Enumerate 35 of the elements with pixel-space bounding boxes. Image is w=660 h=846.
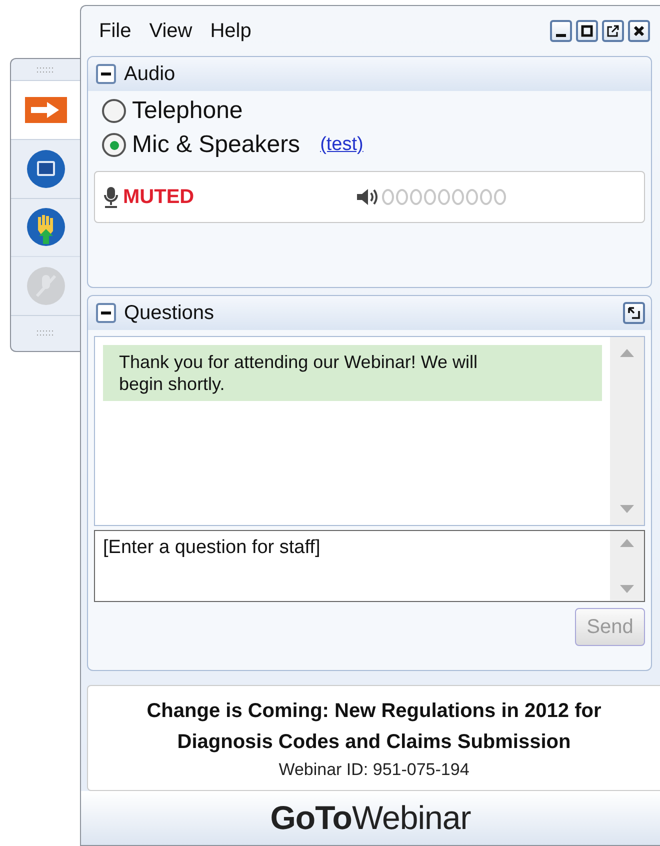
microphone-icon: [103, 186, 119, 208]
menu-item[interactable]: File: [99, 20, 132, 42]
radio-label: Telephone: [132, 97, 243, 125]
collapse-button[interactable]: [96, 303, 116, 323]
pop-out-button[interactable]: [602, 20, 624, 42]
mute-status: MUTED: [123, 186, 194, 208]
minimize-icon: [556, 34, 566, 36]
menu-item[interactable]: Help: [210, 20, 252, 42]
webinar-id: Webinar ID: 951-075-194: [278, 760, 470, 780]
radio-button[interactable]: [102, 133, 126, 157]
close-icon: [633, 25, 645, 37]
grip-icon[interactable]: [36, 330, 56, 336]
mic-off-icon: [26, 266, 66, 306]
raise-hand-icon: [26, 207, 66, 248]
chat-message: Thank you for attending our Webinar! We will begin shortly.: [103, 345, 602, 401]
panel-title: Audio: [124, 62, 176, 86]
collapse-button[interactable]: [96, 64, 116, 84]
maximize-button[interactable]: [576, 20, 598, 42]
menu-item[interactable]: View: [149, 20, 192, 42]
maximize-icon: [581, 25, 593, 37]
panel-title: Questions: [124, 302, 214, 324]
undock-button[interactable]: [623, 302, 645, 324]
screen-icon: [26, 148, 66, 189]
radio-label: Mic & Speakers: [132, 131, 300, 159]
close-button[interactable]: [628, 20, 650, 42]
webinar-title: Change is Coming: New Regulations in 2012 for Diagnosis Codes and Claims Submission: [146, 699, 602, 755]
grip-icon[interactable]: [36, 66, 56, 73]
speaker-icon: [356, 187, 380, 207]
minimize-button[interactable]: [550, 20, 572, 42]
test-link[interactable]: (test): [320, 134, 364, 156]
brand-logo: GoToWebinar: [270, 799, 471, 837]
toolbar-button[interactable]: [11, 80, 80, 140]
radio-button[interactable]: [102, 99, 126, 123]
pop-out-icon: [607, 25, 619, 37]
undock-icon: [628, 307, 640, 319]
